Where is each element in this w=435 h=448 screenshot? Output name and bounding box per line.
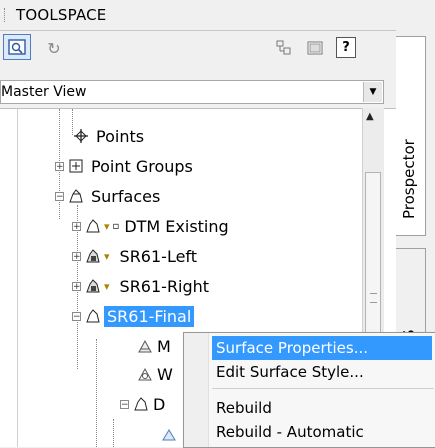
refresh-button[interactable]: ↻ <box>44 38 64 58</box>
tree-item-label: SR61-Left <box>119 246 198 266</box>
point-icon <box>72 127 90 145</box>
item-view-button[interactable] <box>275 38 293 58</box>
menu-item-rebuild-automatic[interactable]: Rebuild - Automatic <box>212 420 432 444</box>
tree-item-child-partial[interactable] <box>160 421 184 447</box>
mask-icon <box>136 337 154 355</box>
tree-item-child-m[interactable]: M <box>136 333 171 359</box>
tree-item-label: SR61-Right <box>119 276 210 296</box>
collapse-icon[interactable]: − <box>120 399 129 409</box>
definition-icon <box>132 395 150 413</box>
tree-item-sr61-right[interactable]: + ▾ SR61-Right <box>72 273 209 299</box>
menu-icon-strip <box>184 333 209 447</box>
expand-icon[interactable]: + <box>72 251 81 261</box>
surface-icon <box>67 187 85 205</box>
scroll-thumb[interactable] <box>365 172 381 352</box>
surface-locked-icon <box>84 247 102 265</box>
preview-button[interactable] <box>3 34 31 60</box>
small-square-icon: ▫ <box>112 220 120 232</box>
chevron-down-icon[interactable]: ▼ <box>363 82 382 102</box>
flag-icon: ▾ <box>104 249 110 263</box>
expand-icon[interactable]: + <box>72 281 81 291</box>
menu-item-edit-surface-style[interactable]: Edit Surface Style... <box>212 360 432 384</box>
grip-handle[interactable] <box>4 8 8 22</box>
master-view-value: Master View <box>1 84 87 100</box>
tree-item-surfaces[interactable]: − Surfaces <box>55 183 160 209</box>
expand-icon[interactable]: + <box>55 161 64 171</box>
tree-item-label: Points <box>96 126 145 146</box>
scroll-grip <box>370 293 377 303</box>
tree-item-label: M <box>157 336 171 356</box>
collapse-icon[interactable]: − <box>72 311 81 321</box>
tree-item-sr61-final[interactable]: − SR61-Final <box>72 303 195 329</box>
flag-icon: ▾ <box>104 219 110 233</box>
tree-item-child-d[interactable]: − D <box>120 391 165 417</box>
panel-icon <box>307 41 323 55</box>
context-menu: Surface Properties... Edit Surface Style… <box>183 332 435 448</box>
tab-label: Prospector <box>400 139 418 219</box>
panel-title: TOOLSPACE <box>16 6 107 24</box>
tree-item-label: Point Groups <box>91 156 193 176</box>
scroll-up-icon[interactable]: ▲ <box>366 111 374 122</box>
tree-gutter <box>0 109 18 447</box>
master-view-select[interactable]: Master View ▼ <box>0 80 384 104</box>
watershed-icon <box>136 365 154 383</box>
point-group-icon <box>67 157 85 175</box>
tree-item-label: DTM Existing <box>124 216 229 236</box>
menu-separator <box>212 388 434 389</box>
surface-locked-icon <box>84 277 102 295</box>
expand-icon[interactable]: + <box>72 221 81 231</box>
refresh-icon: ↻ <box>47 38 61 58</box>
tree-item-sr61-left[interactable]: + ▾ SR61-Left <box>72 243 197 269</box>
toolbar: ↻ ? <box>0 30 396 66</box>
flag-icon: ▾ <box>104 279 110 293</box>
help-button[interactable]: ? <box>336 37 356 58</box>
tree-item-label: Surfaces <box>91 186 161 206</box>
title-bar: TOOLSPACE <box>0 0 435 31</box>
surface-icon <box>84 217 102 235</box>
panel-button[interactable] <box>306 38 324 58</box>
surface-icon <box>84 307 102 325</box>
tree-item-label: W <box>157 364 173 384</box>
tree-item-points[interactable]: Points <box>72 123 144 149</box>
preview-icon <box>8 39 26 55</box>
tree-item-point-groups[interactable]: + Point Groups <box>55 153 193 179</box>
surface-small-icon <box>160 425 178 443</box>
tree-item-label: SR61-Final <box>104 305 195 327</box>
item-view-icon <box>276 40 291 55</box>
tree-item-dtm-existing[interactable]: + ▾ ▫ DTM Existing <box>72 213 229 239</box>
menu-item-surface-properties[interactable]: Surface Properties... <box>212 336 432 360</box>
tree-item-child-w[interactable]: W <box>136 361 173 387</box>
tab-prospector[interactable]: Prospector <box>396 36 426 236</box>
collapse-icon[interactable]: − <box>55 191 64 201</box>
tree-item-label: D <box>153 394 166 414</box>
menu-item-rebuild[interactable]: Rebuild <box>212 396 432 420</box>
